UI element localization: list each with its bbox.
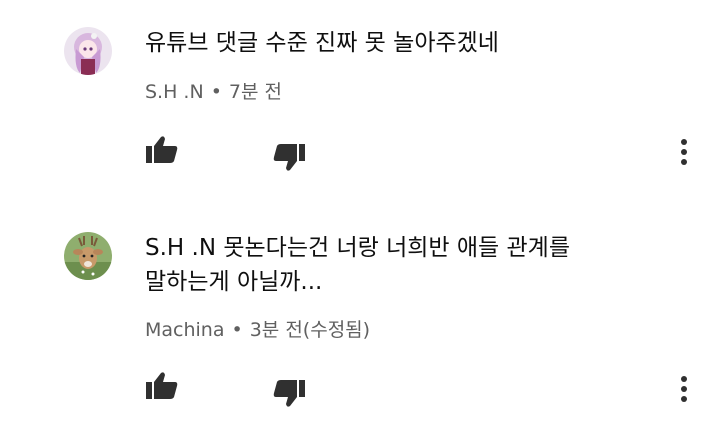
thumbs-up-icon bbox=[146, 136, 178, 163]
comment-meta: Machina • 3분 전(수정됨) bbox=[145, 315, 370, 342]
comment-text: 유튜브 댓글 수준 진짜 못 놀아주겠네 bbox=[145, 30, 499, 56]
more-vertical-icon bbox=[681, 376, 687, 402]
thumbs-down-icon bbox=[273, 144, 305, 171]
comment-time[interactable]: 3분 전(수정됨) bbox=[250, 319, 370, 341]
comment-time[interactable]: 7분 전 bbox=[229, 81, 282, 103]
comment-1: 유튜브 댓글 수준 진짜 못 놀아주겠네 S.H .N • 7분 전 bbox=[0, 0, 720, 200]
author-name[interactable]: Machina bbox=[145, 319, 225, 341]
like-button[interactable] bbox=[145, 371, 179, 401]
comment-meta: S.H .N • 7분 전 bbox=[145, 77, 282, 104]
dislike-button[interactable] bbox=[272, 142, 306, 172]
meta-separator: • bbox=[210, 81, 222, 103]
more-options-button[interactable] bbox=[672, 369, 696, 409]
thumbs-up-icon bbox=[146, 372, 178, 399]
avatar[interactable] bbox=[64, 232, 112, 280]
more-vertical-icon bbox=[681, 139, 687, 165]
more-options-button[interactable] bbox=[672, 132, 696, 172]
avatar[interactable] bbox=[64, 27, 112, 75]
comment-text: S.H .N 못논다는건 너랑 너희반 애들 관계를 말하는게 아닐까... bbox=[145, 235, 570, 295]
comment-2: S.H .N 못논다는건 너랑 너희반 애들 관계를 말하는게 아닐까... M… bbox=[0, 200, 720, 438]
thumbs-down-icon bbox=[273, 380, 305, 407]
like-button[interactable] bbox=[145, 135, 179, 165]
author-name[interactable]: S.H .N bbox=[145, 81, 204, 103]
dislike-button[interactable] bbox=[272, 378, 306, 408]
meta-separator: • bbox=[231, 319, 243, 341]
